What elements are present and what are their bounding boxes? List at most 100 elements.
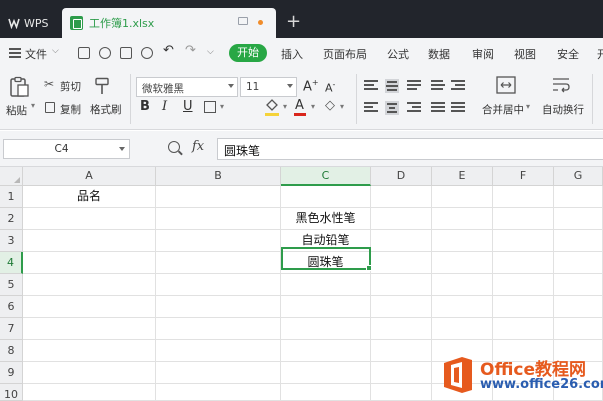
underline-button[interactable]: U: [183, 99, 193, 114]
row-header-10[interactable]: 10: [0, 384, 23, 401]
cell-a3[interactable]: [23, 230, 156, 252]
cell-g6[interactable]: [554, 296, 603, 318]
indent-icon[interactable]: [451, 80, 465, 92]
cell-a8[interactable]: [23, 340, 156, 362]
tab-start[interactable]: 开始: [229, 44, 267, 62]
cell-g5[interactable]: [554, 274, 603, 296]
align-bottom-icon[interactable]: [407, 80, 421, 92]
export-icon[interactable]: [99, 47, 111, 59]
increase-font-size-icon[interactable]: A+: [303, 78, 319, 94]
fill-color-icon[interactable]: [264, 99, 279, 112]
cell-d3[interactable]: [371, 230, 432, 252]
column-header-d[interactable]: D: [371, 167, 432, 186]
print-icon[interactable]: [120, 47, 132, 59]
justify-icon[interactable]: [431, 102, 445, 114]
column-header-g[interactable]: G: [554, 167, 603, 186]
font-name-select[interactable]: 微软雅黑: [136, 77, 238, 97]
tab-security[interactable]: 安全: [557, 46, 579, 62]
font-size-select[interactable]: 11: [240, 77, 297, 97]
cell-c8[interactable]: [281, 340, 371, 362]
cell-f7[interactable]: [493, 318, 554, 340]
row-header-1[interactable]: 1: [0, 186, 23, 208]
bold-button[interactable]: B: [140, 99, 150, 114]
font-color-icon[interactable]: A: [295, 98, 304, 113]
cell-a5[interactable]: [23, 274, 156, 296]
align-left-icon[interactable]: [364, 102, 378, 114]
cell-f5[interactable]: [493, 274, 554, 296]
distributed-icon[interactable]: [451, 102, 465, 114]
cell-c9[interactable]: [281, 362, 371, 384]
row-header-7[interactable]: 7: [0, 318, 23, 340]
cell-d6[interactable]: [371, 296, 432, 318]
align-right-icon[interactable]: [407, 102, 421, 114]
cell-a10[interactable]: [23, 384, 156, 401]
tab-review[interactable]: 审阅: [472, 46, 494, 62]
cell-d10[interactable]: [371, 384, 432, 401]
cell-c1[interactable]: [281, 186, 371, 208]
cell-b9[interactable]: [156, 362, 281, 384]
save-icon[interactable]: [78, 47, 90, 59]
row-header-3[interactable]: 3: [0, 230, 23, 252]
borders-icon[interactable]: [204, 101, 216, 113]
decrease-font-size-icon[interactable]: A-: [325, 80, 335, 95]
wps-home-tab[interactable]: WPS: [0, 8, 60, 38]
cell-d4[interactable]: [371, 252, 432, 274]
align-center-icon[interactable]: [385, 101, 399, 115]
cell-d2[interactable]: [371, 208, 432, 230]
fill-handle[interactable]: [366, 265, 372, 271]
cell-a4[interactable]: [23, 252, 156, 274]
cell-g7[interactable]: [554, 318, 603, 340]
merge-center-button[interactable]: 合并居中: [482, 102, 524, 117]
cell-b4[interactable]: [156, 252, 281, 274]
zoom-search-icon[interactable]: [168, 141, 180, 153]
column-header-c[interactable]: C: [281, 167, 371, 186]
chevron-down-icon[interactable]: ▾: [340, 102, 344, 111]
cell-b6[interactable]: [156, 296, 281, 318]
cell-b10[interactable]: [156, 384, 281, 401]
cell-f6[interactable]: [493, 296, 554, 318]
chevron-down-icon[interactable]: ▾: [283, 102, 287, 111]
name-box[interactable]: C4: [3, 139, 130, 159]
cell-c6[interactable]: [281, 296, 371, 318]
cell-d1[interactable]: [371, 186, 432, 208]
hamburger-menu-icon[interactable]: [9, 48, 21, 58]
cell-b5[interactable]: [156, 274, 281, 296]
new-tab-button[interactable]: +: [286, 10, 301, 34]
align-top-icon[interactable]: [364, 80, 378, 92]
undo-icon[interactable]: ↶: [163, 43, 174, 58]
cut-button[interactable]: 剪切: [60, 79, 81, 94]
cell-a6[interactable]: [23, 296, 156, 318]
menu-file[interactable]: 文件: [25, 46, 47, 62]
cell-g4[interactable]: [554, 252, 603, 274]
cell-d8[interactable]: [371, 340, 432, 362]
cell-g1[interactable]: [554, 186, 603, 208]
copy-button[interactable]: 复制: [60, 102, 81, 117]
function-icon[interactable]: fx: [192, 139, 204, 154]
eraser-icon[interactable]: ◇: [325, 98, 335, 113]
column-header-f[interactable]: F: [493, 167, 554, 186]
formula-input[interactable]: 圆珠笔: [217, 138, 603, 160]
chevron-down-icon[interactable]: ▾: [31, 101, 35, 110]
tab-data[interactable]: 数据: [428, 46, 450, 62]
redo-icon[interactable]: ↷: [185, 43, 196, 58]
row-header-2[interactable]: 2: [0, 208, 23, 230]
format-painter-icon[interactable]: [94, 77, 110, 95]
cell-e1[interactable]: [432, 186, 493, 208]
select-all-corner[interactable]: [0, 167, 23, 186]
wrap-text-button[interactable]: 自动换行: [542, 102, 584, 117]
cell-b3[interactable]: [156, 230, 281, 252]
cell-f1[interactable]: [493, 186, 554, 208]
merge-center-icon[interactable]: [496, 76, 516, 94]
cell-a9[interactable]: [23, 362, 156, 384]
cell-g2[interactable]: [554, 208, 603, 230]
tab-insert[interactable]: 插入: [281, 46, 303, 62]
tab-formulas[interactable]: 公式: [387, 46, 409, 62]
cell-a1[interactable]: 品名: [23, 186, 156, 208]
cell-e2[interactable]: [432, 208, 493, 230]
column-header-e[interactable]: E: [432, 167, 493, 186]
tab-more[interactable]: 开: [597, 46, 603, 62]
cell-f2[interactable]: [493, 208, 554, 230]
cell-f3[interactable]: [493, 230, 554, 252]
cell-d5[interactable]: [371, 274, 432, 296]
wrap-text-icon[interactable]: [551, 76, 571, 94]
